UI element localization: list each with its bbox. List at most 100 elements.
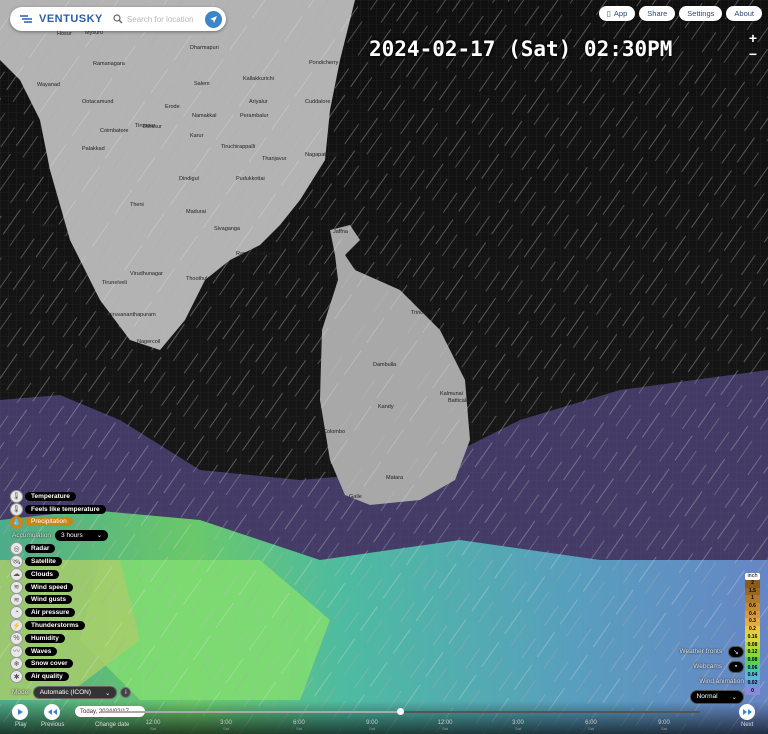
zoom-out-button[interactable]: − [745,46,761,62]
layer-waves[interactable]: 〰 Waves [10,644,108,658]
legend-unit[interactable]: inch [745,573,760,580]
city-label[interactable]: Pondicherry [309,60,338,66]
webcams-toggle[interactable]: Webcams ▪ [679,659,744,674]
city-label[interactable]: Madurai [186,209,206,215]
layer-humidity[interactable]: % Humidity [10,631,108,645]
layer-label: Wind speed [25,582,74,592]
previous-button[interactable] [44,704,60,720]
city-label[interactable]: Karur [190,133,203,139]
layer-wind-gusts[interactable]: ≋ Wind gusts [10,593,108,607]
tick-day: Sat [149,726,156,731]
city-label[interactable]: Pudukkottai [236,176,265,182]
timeline-tick[interactable]: 9:00 Sat [649,720,679,731]
next-button[interactable] [739,704,755,720]
accumulation-select[interactable]: 3 hours ⌄ [55,529,109,541]
settings-button[interactable]: Settings [679,6,723,21]
timeline-tick[interactable]: 12:00 Sat [430,720,460,731]
info-icon[interactable]: i [120,687,132,698]
city-label[interactable]: Tirunelveli [102,280,127,286]
layer-precipitation[interactable]: 💧 Precipitation [10,515,108,529]
layer-snow-cover[interactable]: ❄ Snow cover [10,657,108,671]
layer-wind-speed[interactable]: ≋ Wind speed [10,580,108,594]
city-label[interactable]: Ramanagara [93,61,125,67]
phone-icon: ▯ [606,9,611,18]
city-label[interactable]: Kandy [378,404,394,410]
timeline-tick[interactable]: 6:00 Sat [576,720,606,731]
city-label[interactable]: Tiruppur [135,123,155,129]
city-label[interactable]: Galle [349,494,362,500]
model-select[interactable]: Automatic (ICON) ⌄ [32,686,118,699]
weather-fronts-toggle[interactable]: Weather fronts ↘ [679,644,744,659]
city-label[interactable]: Thoothukudi [186,276,216,282]
app-button[interactable]: ▯ App [598,6,636,21]
app-name: VENTUSKY [39,13,103,25]
timeline-tick[interactable]: 3:00 Sat [211,720,241,731]
city-label[interactable]: Colombo [323,429,345,435]
city-label[interactable]: Jaffna [333,229,348,235]
city-label[interactable]: Kalmunai [440,391,463,397]
ventusky-logo[interactable]: VENTUSKY [20,13,103,25]
city-label[interactable]: Thanjavur [262,156,286,162]
city-label[interactable]: Kallakkurichi [243,76,274,82]
zoom-controls: + − [745,30,761,62]
locate-button[interactable] [205,10,222,28]
timeline-handle[interactable] [397,708,404,715]
layer-satellite[interactable]: 🛰 Satellite [10,555,108,569]
city-label[interactable]: Ariyalur [249,99,268,105]
city-label[interactable]: Batticaloa [448,398,472,404]
tick-day: Sat [514,726,521,731]
timeline-track[interactable] [100,708,700,715]
play-button[interactable] [12,704,28,720]
city-label[interactable]: Nagapattinam [305,152,339,158]
city-label[interactable]: Trincomalee [411,310,441,316]
city-label[interactable]: Ramanathapuram [236,251,280,257]
zoom-in-button[interactable]: + [745,30,761,46]
layer-feels-like[interactable]: 🌡 Feels like temperature [10,502,108,516]
model-label: Model [12,689,30,696]
city-label[interactable]: Dindigul [179,176,199,182]
timeline-tick[interactable]: 12:00 Sat [138,720,168,731]
city-label[interactable]: Kollam [40,223,57,229]
city-label[interactable]: Perambalur [240,113,268,119]
city-label[interactable]: Palakkad [82,146,105,152]
search-bar[interactable]: VENTUSKY Search for location [10,7,226,31]
timeline-tick[interactable]: 6:00 Sat [284,720,314,731]
map-overlays: Weather fronts ↘ Webcams ▪ Wind animatio… [679,644,744,704]
city-label[interactable]: Dharmapuri [190,45,219,51]
city-label[interactable]: Virudhunagar [130,271,163,277]
share-button[interactable]: Share [639,6,676,21]
city-label[interactable]: Matara [386,475,403,481]
gauge-icon: ◔ [10,606,23,620]
city-label[interactable]: Theni [130,202,144,208]
layer-radar[interactable]: ◎ Radar [10,542,108,556]
city-label[interactable]: Wayanad [37,82,60,88]
city-label[interactable]: Hosur [57,31,72,37]
timeline-tick[interactable]: 3:00 Sat [503,720,533,731]
city-label[interactable]: Tiruchirappalli [221,144,255,150]
city-label[interactable]: Salem [194,81,210,87]
tick-day: Sat [295,726,302,731]
layer-air-pressure[interactable]: ◔ Air pressure [10,606,108,620]
timeline-tick[interactable]: 9:00 Sat [357,720,387,731]
layer-air-quality[interactable]: ✱ Air quality [10,670,108,684]
city-label[interactable]: Erode [165,104,180,110]
search-field[interactable]: Search for location [113,14,205,24]
fronts-icon: ↘ [728,645,744,658]
city-label[interactable]: Thiruvananthapuram [105,312,156,318]
city-label[interactable]: Namakkal [192,113,216,119]
city-label[interactable]: Cuddalore [305,99,330,105]
city-label[interactable]: Nagercoil [137,339,160,345]
legend-value: 0.04 [745,672,760,680]
city-label[interactable]: Sivaganga [214,226,240,232]
wind-icon: ≋ [10,593,23,607]
app-label: App [613,9,628,18]
about-button[interactable]: About [726,6,762,21]
legend-value: 0.02 [745,679,760,688]
city-label[interactable]: Ootacamund [82,99,114,105]
city-label[interactable]: Dambulla [373,362,396,368]
layer-temperature[interactable]: 🌡 Temperature [10,489,108,503]
city-label[interactable]: Coimbatore [100,128,128,134]
layer-thunderstorms[interactable]: ⚡ Thunderstorms [10,619,108,633]
layer-clouds[interactable]: ☁ Clouds [10,567,108,581]
waves-icon: 〰 [10,644,23,658]
